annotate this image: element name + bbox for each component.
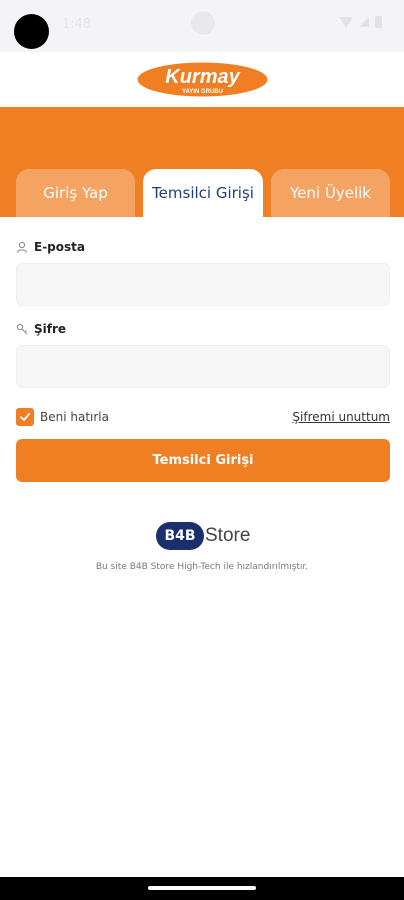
powered-by-text: Bu site B4B Store High-Tech ile hızlandı… bbox=[95, 562, 309, 572]
remember-label: Beni hatırla bbox=[40, 410, 109, 424]
kurmay-logo: Kurmay YAYIN GRUBU bbox=[137, 62, 268, 97]
status-icons bbox=[339, 16, 382, 28]
system-nav-bar bbox=[0, 877, 404, 900]
email-label-text: E-posta bbox=[34, 240, 85, 254]
brand-badge: B4B bbox=[156, 522, 204, 550]
remember-checkbox[interactable] bbox=[16, 408, 34, 426]
logo-name: Kurmay bbox=[165, 66, 240, 88]
tab-new-membership-label: Yeni Üyelik bbox=[290, 184, 371, 202]
remember-me[interactable]: Beni hatırla bbox=[16, 408, 109, 426]
b4b-store-brand: B4B Store bbox=[156, 522, 250, 550]
camera-cutout bbox=[14, 14, 49, 49]
password-input[interactable] bbox=[16, 345, 390, 388]
battery-icon bbox=[375, 16, 382, 28]
signal-icon bbox=[359, 17, 369, 27]
status-time: 1:48 bbox=[62, 17, 92, 32]
email-label: E-posta bbox=[16, 240, 85, 254]
logo-subtitle: YAYIN GRUBU bbox=[182, 89, 223, 95]
key-icon bbox=[16, 323, 28, 335]
password-label: Şifre bbox=[16, 322, 66, 336]
representative-login-button[interactable]: Temsilci Girişi bbox=[16, 439, 390, 482]
home-handle[interactable] bbox=[148, 886, 256, 890]
check-icon bbox=[20, 413, 30, 421]
brand-word: Store bbox=[205, 525, 251, 546]
status-indicator-icon bbox=[190, 10, 216, 36]
wifi-icon bbox=[339, 16, 353, 28]
tab-representative-login[interactable]: Temsilci Girişi bbox=[143, 169, 263, 217]
tab-login[interactable]: Giriş Yap bbox=[16, 169, 135, 217]
user-icon bbox=[17, 241, 27, 253]
password-label-text: Şifre bbox=[34, 322, 67, 336]
tab-login-label: Giriş Yap bbox=[43, 184, 108, 202]
tab-new-membership[interactable]: Yeni Üyelik bbox=[271, 169, 390, 217]
status-bar: 1:48 bbox=[0, 0, 404, 52]
app-header: Kurmay YAYIN GRUBU bbox=[0, 52, 404, 107]
email-input[interactable] bbox=[16, 263, 390, 306]
forgot-password-link[interactable]: Şifremi unuttum bbox=[292, 410, 390, 424]
tab-representative-login-label: Temsilci Girişi bbox=[152, 184, 254, 202]
